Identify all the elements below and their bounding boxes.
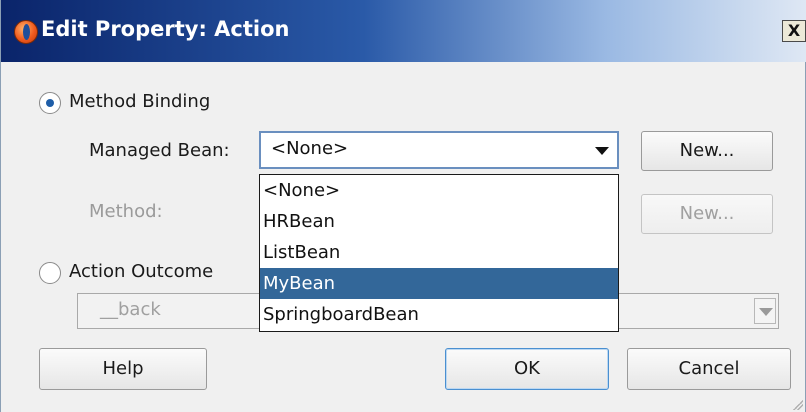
dropdown-item-listbean[interactable]: ListBean — [260, 237, 618, 268]
title-bar[interactable]: Edit Property: Action X — [1, 0, 806, 62]
method-binding-radio[interactable] — [39, 92, 61, 114]
resize-grip[interactable] — [793, 400, 803, 410]
managed-bean-value: <None> — [271, 138, 349, 159]
action-outcome-dropdown-button[interactable] — [754, 298, 776, 324]
radio-selected-dot — [46, 99, 54, 107]
managed-bean-label: Managed Bean: — [89, 140, 230, 161]
new-bean-button[interactable]: New... — [641, 131, 773, 171]
managed-bean-dropdown-list[interactable]: <None> HRBean ListBean MyBean Springboar… — [259, 174, 619, 332]
new-method-button[interactable]: New... — [641, 194, 773, 234]
help-button[interactable]: Help — [39, 348, 207, 390]
method-label: Method: — [89, 201, 163, 222]
chevron-down-icon[interactable] — [595, 147, 609, 155]
action-outcome-label[interactable]: Action Outcome — [69, 261, 213, 282]
dropdown-item-hrbean[interactable]: HRBean — [260, 206, 618, 237]
managed-bean-combobox[interactable]: <None> — [259, 131, 619, 169]
action-outcome-radio[interactable] — [39, 262, 61, 284]
method-binding-label[interactable]: Method Binding — [69, 91, 210, 112]
oracle-app-icon — [14, 20, 38, 44]
dropdown-item-none[interactable]: <None> — [260, 175, 618, 206]
cancel-button[interactable]: Cancel — [627, 348, 791, 390]
action-outcome-value: __back — [100, 299, 161, 320]
ok-button[interactable]: OK — [445, 348, 609, 390]
dropdown-item-springboardbean[interactable]: SpringboardBean — [260, 299, 618, 330]
chevron-down-icon — [759, 308, 773, 316]
edit-property-dialog: Edit Property: Action X Method Binding M… — [0, 0, 806, 412]
close-button[interactable]: X — [782, 20, 806, 42]
dropdown-item-mybean[interactable]: MyBean — [260, 268, 618, 299]
dialog-title: Edit Property: Action — [41, 17, 290, 41]
